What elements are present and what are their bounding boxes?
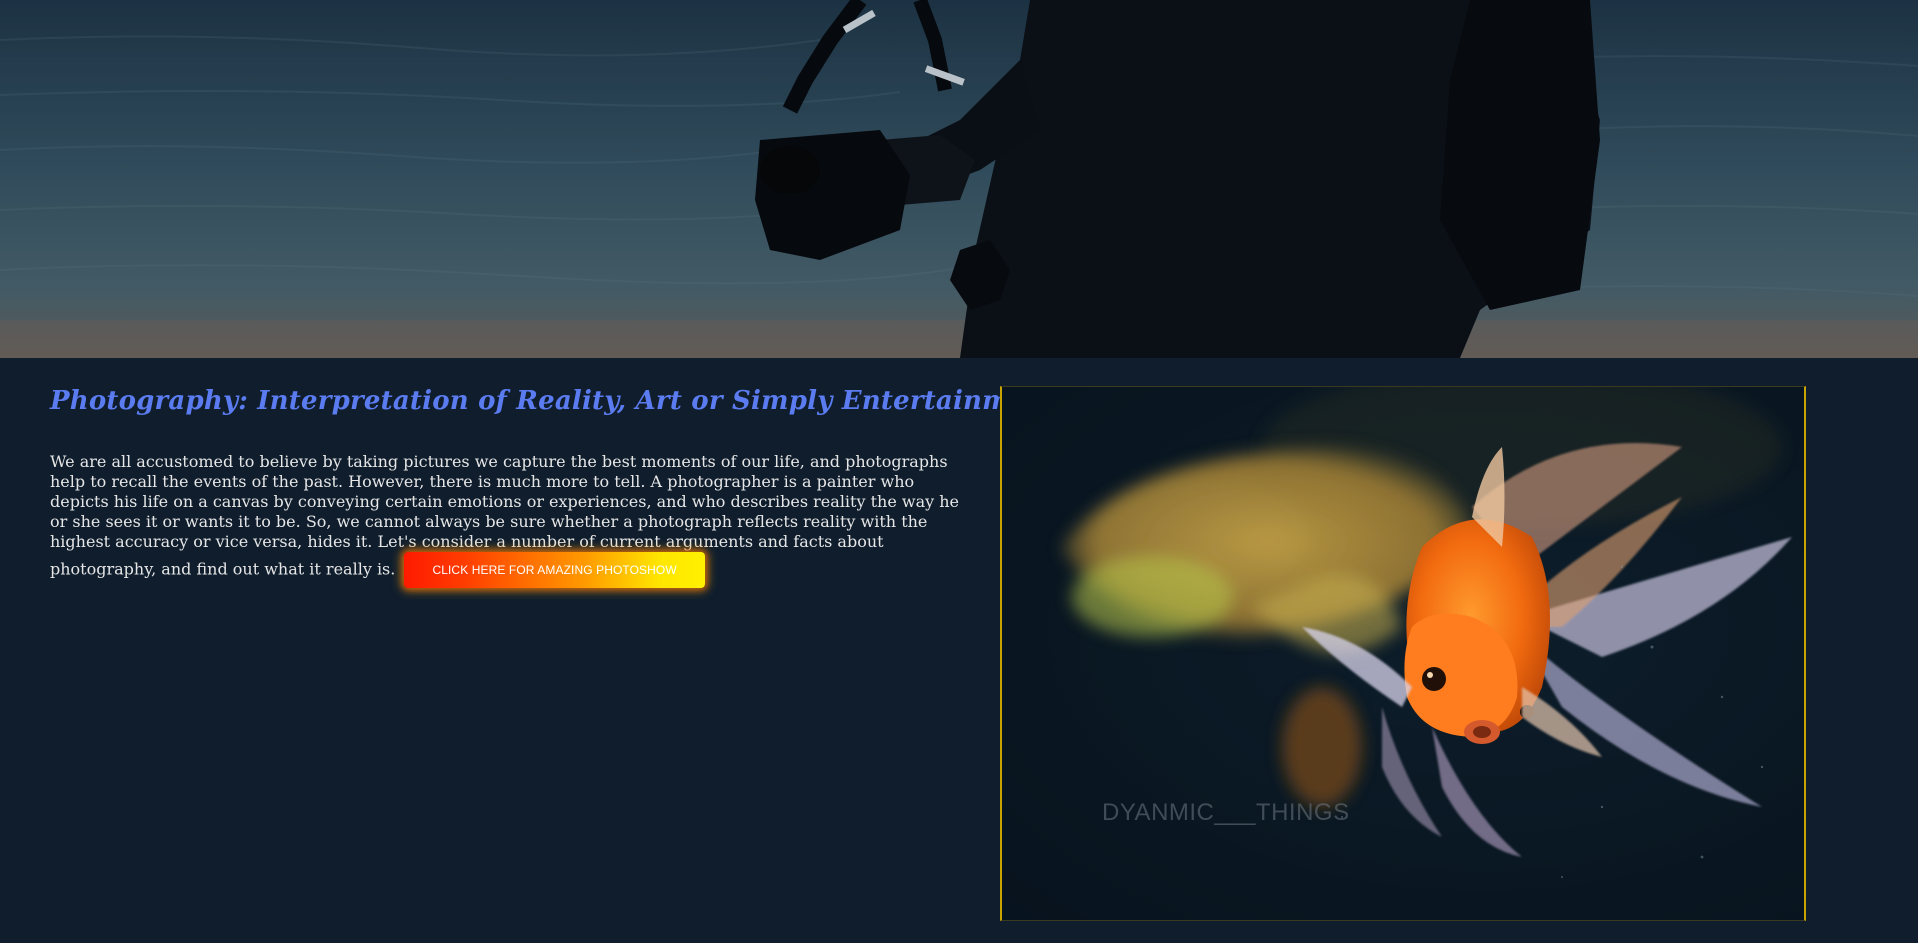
article-body: We are all accustomed to believe by taki… — [50, 452, 970, 588]
article-section: Photography: Interpretation of Reality, … — [50, 386, 1074, 588]
goldfish-photo-illustration — [1002, 387, 1804, 920]
hero-photo-illustration — [0, 0, 1918, 358]
article-title: Photography: Interpretation of Reality, … — [50, 386, 1074, 416]
photoshow-button[interactable]: CLICK HERE FOR AMAZING PHOTOSHOW — [404, 552, 705, 588]
feature-image: DYANMIC___THINGS — [1000, 386, 1806, 921]
hero-image — [0, 0, 1918, 358]
photo-watermark: DYANMIC___THINGS — [1102, 799, 1350, 826]
